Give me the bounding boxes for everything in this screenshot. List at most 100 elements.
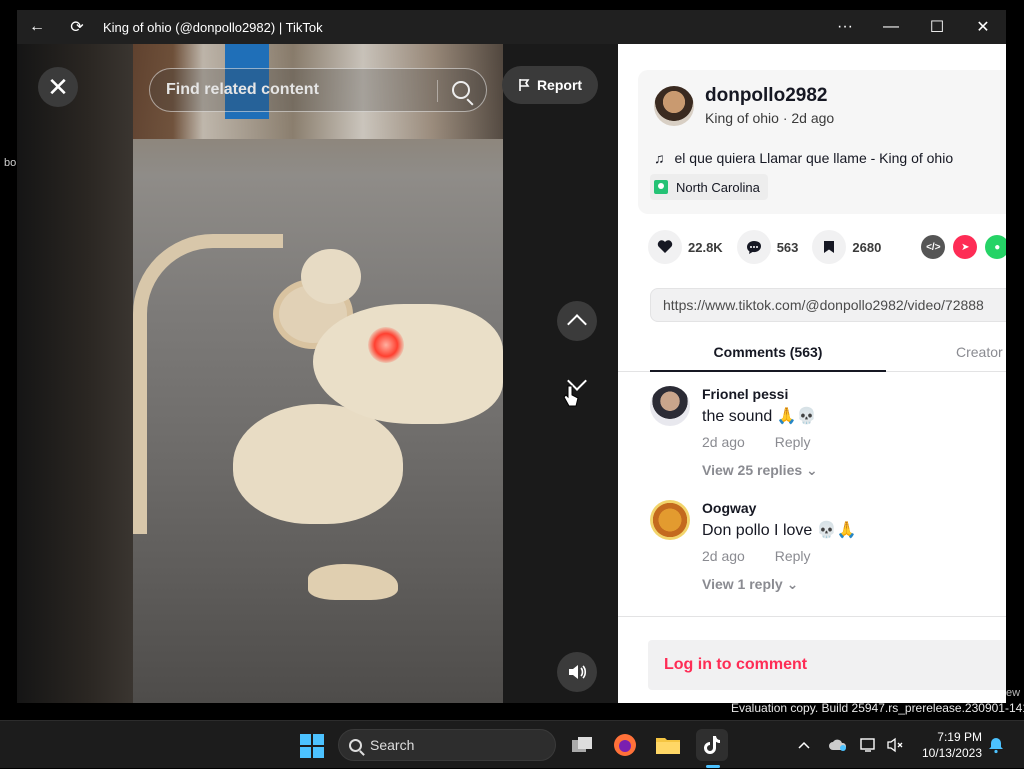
refresh-button[interactable]: ⟳	[57, 10, 97, 44]
onedrive-icon[interactable]	[828, 721, 848, 769]
comment-meta: 2d ago Reply	[702, 548, 811, 564]
file-explorer-icon[interactable]	[652, 729, 684, 761]
related-search-input[interactable]	[166, 81, 416, 99]
window-title: King of ohio (@donpollo2982) | TikTok	[103, 19, 323, 35]
rat-glowing-eye	[368, 327, 404, 363]
like-count: 22.8K	[688, 239, 723, 255]
rat-body	[233, 404, 403, 524]
taskbar: Search 7:19 PM 10/13/2023	[0, 720, 1024, 768]
task-view-icon[interactable]	[566, 729, 598, 761]
tray-overflow-icon[interactable]	[798, 721, 810, 769]
tabs: Comments (563) Creator	[618, 334, 1006, 372]
video-blur-background	[17, 44, 133, 703]
commenter-name[interactable]: Oogway	[702, 500, 756, 516]
login-to-comment-button[interactable]: Log in to comment	[648, 640, 1006, 690]
commenter-name[interactable]: Frionel pessi	[702, 386, 788, 402]
reply-button[interactable]: Reply	[775, 548, 811, 564]
location-pin-icon	[654, 180, 668, 194]
send-icon[interactable]: ➤	[953, 235, 978, 259]
rat-ear-back	[301, 249, 361, 304]
system-clock[interactable]: 7:19 PM 10/13/2023	[918, 729, 982, 761]
view-replies-button[interactable]: View 1 reply ⌄	[702, 576, 798, 593]
clock-date: 10/13/2023	[921, 746, 982, 760]
desktop-text-left: bo	[4, 157, 17, 169]
report-button[interactable]: Report	[502, 66, 598, 104]
divider	[618, 616, 1006, 617]
minimize-button[interactable]: —	[868, 10, 914, 44]
search-icon	[349, 738, 362, 752]
comment-text: the sound 🙏💀	[702, 408, 817, 425]
flag-icon	[519, 79, 530, 91]
bookmark-icon	[812, 230, 847, 264]
author-subtitle: King of ohio · 2d ago	[705, 110, 835, 126]
minimize-icon: —	[883, 18, 899, 35]
evaluation-watermark: Evaluation copy. Build 25947.rs_prerelea…	[731, 701, 1024, 715]
video-area: ✕ Report	[17, 44, 618, 703]
maximize-button[interactable]: ☐	[914, 10, 960, 44]
tiktok-app-icon[interactable]	[696, 729, 728, 761]
heart-icon	[648, 230, 682, 264]
search-separator	[437, 80, 438, 102]
comment-meta: 2d ago Reply	[702, 434, 811, 450]
volume-button[interactable]	[557, 652, 597, 692]
embed-icon[interactable]: </>	[921, 235, 946, 259]
windows-start-icon[interactable]	[300, 734, 324, 758]
comment-button[interactable]: 563	[736, 230, 799, 264]
comment-time: 2d ago	[702, 548, 745, 564]
related-search-box[interactable]	[149, 68, 487, 112]
previous-video-button[interactable]	[557, 301, 597, 341]
notification-bell-icon[interactable]	[988, 721, 1004, 769]
comment-text: Don pollo I love 💀🙏	[702, 522, 857, 539]
location-label: North Carolina	[676, 179, 760, 195]
more-icon: ···	[837, 18, 853, 35]
location-tag[interactable]: North Carolina	[650, 174, 768, 200]
details-panel: donpollo2982 King of ohio · 2d ago ♫ el …	[618, 44, 1006, 703]
clock-time: 7:19 PM	[937, 730, 982, 744]
video-player[interactable]	[133, 44, 503, 703]
author-card: donpollo2982 King of ohio · 2d ago ♫ el …	[638, 70, 1006, 214]
tab-comments[interactable]: Comments (563)	[650, 344, 886, 372]
back-button[interactable]: ←	[17, 10, 57, 44]
network-icon[interactable]	[860, 721, 878, 769]
desktop-text-right: ew	[1006, 687, 1021, 699]
close-window-button[interactable]: ✕	[960, 10, 1006, 44]
whatsapp-icon[interactable]: ●	[985, 235, 1006, 259]
refresh-icon: ⟳	[70, 19, 84, 36]
taskbar-search[interactable]: Search	[338, 729, 556, 761]
speaker-icon	[569, 665, 587, 679]
maximize-icon: ☐	[929, 19, 945, 36]
music-title: el que quiera Llamar que llame - King of…	[674, 150, 954, 166]
author-username[interactable]: donpollo2982	[705, 85, 827, 107]
comment-icon	[736, 230, 771, 264]
mouse-cursor-icon	[563, 385, 579, 407]
commenter-avatar[interactable]	[650, 386, 690, 426]
tab-creator-videos[interactable]: Creator	[956, 344, 1003, 360]
commenter-avatar[interactable]	[650, 500, 690, 540]
author-avatar[interactable]	[654, 86, 694, 126]
search-icon[interactable]	[452, 81, 470, 99]
firefox-icon[interactable]	[609, 729, 641, 761]
save-button[interactable]: 2680	[812, 230, 881, 264]
more-options-button[interactable]: ···	[822, 10, 868, 44]
like-button[interactable]: 22.8K	[648, 230, 723, 264]
back-arrow-icon: ←	[29, 18, 45, 35]
video-url-field[interactable]: https://www.tiktok.com/@donpollo2982/vid…	[650, 288, 1006, 322]
view-replies-button[interactable]: View 25 replies ⌄	[702, 462, 818, 479]
close-video-button[interactable]: ✕	[38, 67, 78, 107]
reply-button[interactable]: Reply	[775, 434, 811, 450]
comment-count: 563	[776, 239, 799, 255]
taskbar-search-label: Search	[370, 737, 415, 753]
action-bar: 22.8K 563 2680 </> ➤ ●	[648, 230, 1006, 264]
title-bar: ← ⟳ King of ohio (@donpollo2982) | TikTo…	[17, 10, 1006, 44]
volume-muted-icon[interactable]	[886, 721, 904, 769]
chevron-up-icon	[567, 314, 587, 334]
report-label: Report	[536, 77, 583, 93]
comment-time: 2d ago	[702, 434, 745, 450]
close-icon: ✕	[976, 19, 990, 36]
rat-foot	[308, 564, 398, 600]
music-row[interactable]: ♫ el que quiera Llamar que llame - King …	[654, 150, 953, 166]
close-icon: ✕	[47, 71, 69, 102]
browser-window: ← ⟳ King of ohio (@donpollo2982) | TikTo…	[17, 10, 1006, 703]
save-count: 2680	[852, 239, 882, 255]
music-note-icon: ♫	[654, 150, 665, 166]
